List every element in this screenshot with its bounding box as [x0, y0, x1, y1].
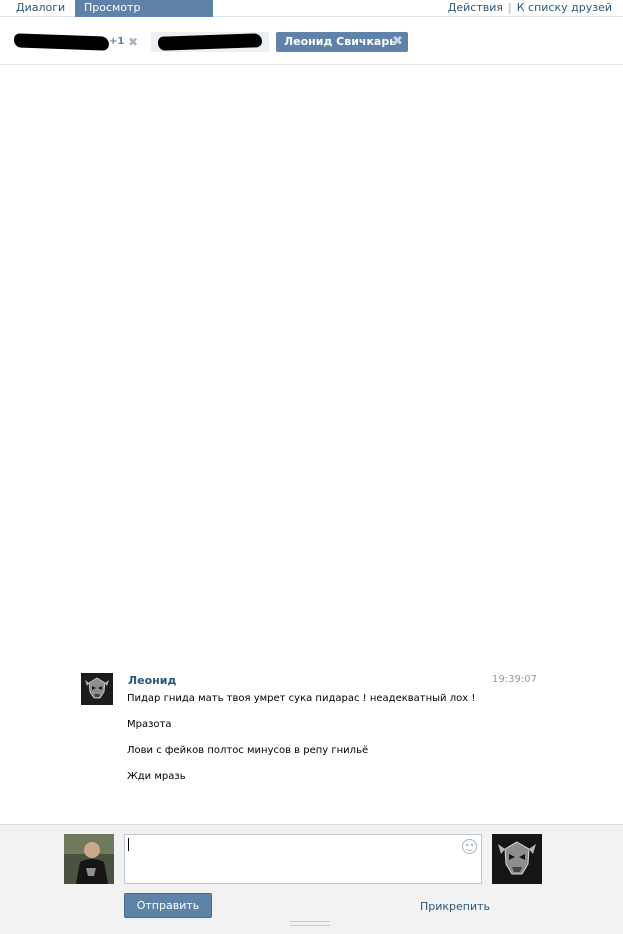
message-composer: Отправить Прикрепить — [0, 824, 623, 934]
peer-tab-name: Леонид Свичкарь — [284, 35, 397, 48]
actions-separator: | — [508, 1, 512, 14]
peer-tab-redacted-2[interactable] — [151, 32, 269, 52]
top-tab-bar: Диалоги Просмотр диалогов+4 Действия | К с… — [0, 0, 623, 30]
redaction-scribble — [157, 33, 263, 51]
friends-list-link[interactable]: К списку друзей — [517, 1, 612, 14]
redaction-scribble — [13, 33, 110, 51]
top-actions: Действия | К списку друзей — [448, 0, 612, 17]
peer-tab-active[interactable]: Леонид Свичкарь ✖ — [276, 32, 408, 52]
resize-handle[interactable] — [290, 921, 330, 926]
text-caret — [128, 838, 129, 851]
attach-link[interactable]: Прикрепить — [420, 900, 490, 913]
dialog-peers-bar: +1 ✖ Леонид Свичкарь ✖ — [0, 18, 623, 65]
mask-emblem-icon — [492, 834, 542, 884]
message-time: 19:39:07 — [492, 674, 537, 685]
peer-unread-count: +1 — [109, 36, 125, 47]
smile-icon[interactable] — [462, 839, 477, 854]
close-icon[interactable]: ✖ — [392, 32, 403, 52]
message-input[interactable] — [124, 834, 482, 884]
message-line: Лови с фейков полтос минусов в репу гнил… — [127, 745, 369, 756]
peer-avatar[interactable] — [492, 834, 542, 884]
message-line: Жди мразь — [127, 771, 186, 782]
peer-tab-redacted-1[interactable]: +1 ✖ — [13, 32, 146, 52]
my-avatar[interactable] — [64, 834, 114, 884]
message-author[interactable]: Леонид — [128, 674, 176, 687]
mask-emblem-icon — [81, 673, 113, 705]
tab-dialogs[interactable]: Диалоги — [7, 0, 74, 17]
close-icon[interactable]: ✖ — [128, 32, 138, 52]
message-line: Пидар гнида мать твоя умрет сука пидарас… — [127, 693, 476, 704]
send-button[interactable]: Отправить — [124, 893, 212, 918]
message-line: Мразота — [127, 719, 172, 730]
tab-view-dialogs[interactable]: Просмотр диалогов+4 — [75, 0, 213, 30]
user-photo-icon — [64, 834, 114, 884]
sender-avatar[interactable] — [81, 673, 113, 705]
actions-link[interactable]: Действия — [448, 1, 503, 14]
